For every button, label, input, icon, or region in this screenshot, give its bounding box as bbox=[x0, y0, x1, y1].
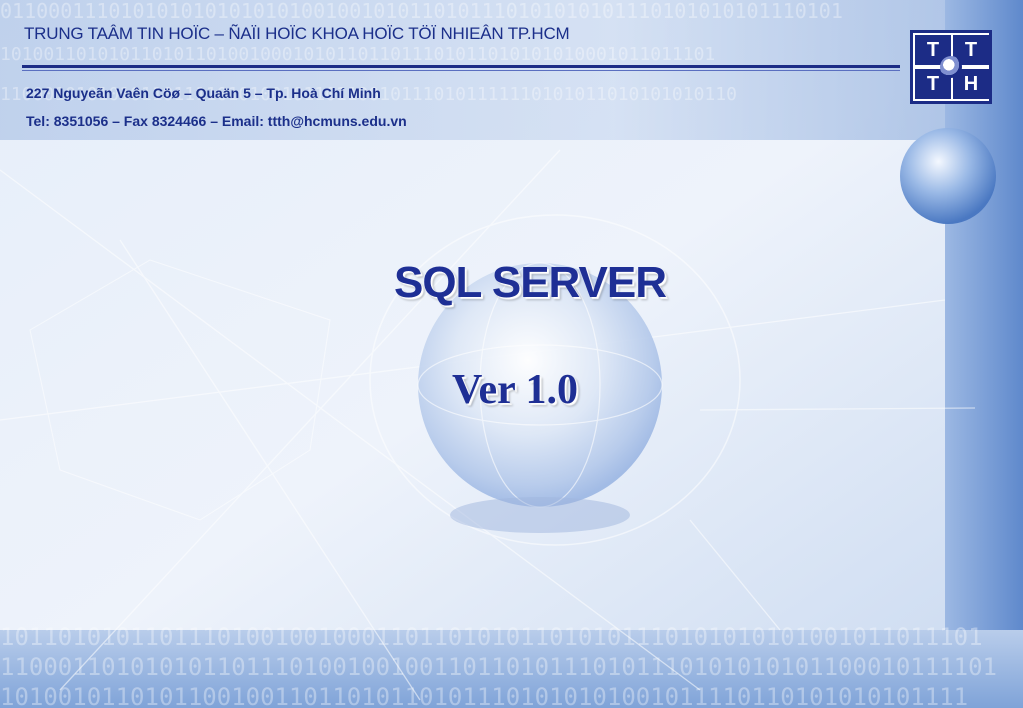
slide-subtitle: Ver 1.0 bbox=[452, 367, 578, 413]
binary-row-5: 1100011010101011011101001001001101101011… bbox=[0, 653, 997, 681]
background-artwork: 0110001110101010101010101001001010110101… bbox=[0, 0, 1023, 708]
binary-row-2: 1010011010101101011010010001010110110111… bbox=[0, 44, 715, 65]
binary-row-1: 0110001110101010101010101001001010110101… bbox=[0, 0, 843, 23]
binary-row-4: 1011010101101110100100100011011010101101… bbox=[0, 623, 983, 651]
header-divider-thin bbox=[22, 70, 900, 71]
ttth-logo: T T T H bbox=[910, 30, 992, 104]
contact-line: Tel: 8351056 – Fax 8324466 – Email: ttth… bbox=[26, 113, 407, 129]
header-divider bbox=[22, 65, 900, 68]
binary-row-6: 1010010110101100100110110101101011101010… bbox=[0, 683, 968, 708]
address-line: 227 Nguyeãn Vaên Cöø – Quaän 5 – Tp. Hoà… bbox=[26, 85, 381, 101]
logo-hub-icon bbox=[940, 56, 962, 78]
slide-title: SQL SERVER bbox=[393, 258, 667, 307]
header-title: TRUNG TAÂM TIN HOÏC – ÑAÏI HOÏC KHOA HOÏ… bbox=[24, 24, 570, 43]
